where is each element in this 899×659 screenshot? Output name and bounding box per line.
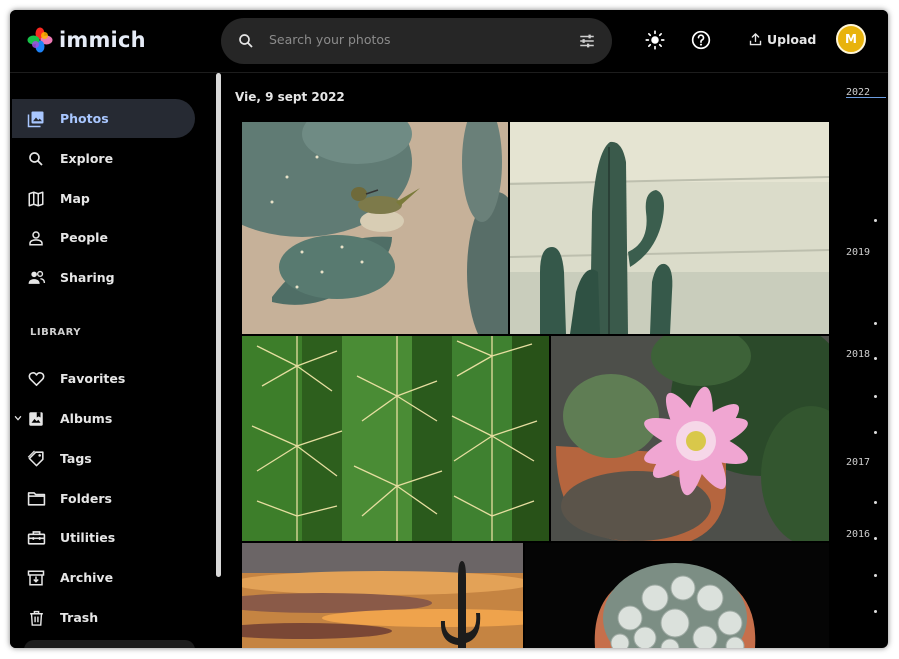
theme-toggle-icon[interactable] (645, 30, 665, 50)
app-window: immich Search your photos Upload M Photo… (10, 10, 888, 648)
search-bar[interactable]: Search your photos (221, 18, 612, 64)
timeline-dot[interactable] (874, 610, 877, 613)
timeline-dot[interactable] (874, 501, 877, 504)
people-icon (26, 268, 46, 288)
sidebar-item-map[interactable]: Map (12, 179, 195, 218)
timeline-dot[interactable] (874, 322, 877, 325)
sidebar-item-utilities[interactable]: Utilities (12, 518, 195, 557)
help-icon[interactable] (691, 30, 711, 50)
sidebar-item-label: People (60, 230, 108, 245)
map-icon (26, 189, 46, 209)
sidebar-item-photos[interactable]: Photos (12, 99, 195, 138)
sidebar-item-sharing[interactable]: Sharing (12, 258, 195, 297)
search-icon (239, 34, 253, 48)
sidebar-item-label: Map (60, 191, 90, 206)
toolbox-icon (26, 528, 46, 548)
timeline-dot[interactable] (874, 431, 877, 434)
sidebar-item-label: Archive (60, 570, 114, 585)
search-options-icon[interactable] (578, 32, 596, 50)
upload-button[interactable]: Upload (748, 32, 816, 47)
date-group-title: Vie, 9 sept 2022 (235, 90, 345, 104)
photo-thumbnail[interactable] (242, 543, 523, 648)
sidebar-item-archive[interactable]: Archive (12, 558, 195, 597)
immich-logo[interactable]: immich (27, 27, 146, 53)
storage-card[interactable] (24, 640, 195, 648)
timeline-year[interactable]: 2019 (846, 247, 870, 258)
user-avatar[interactable]: M (836, 24, 866, 54)
timeline-dot[interactable] (874, 574, 877, 577)
timeline-year[interactable]: 2017 (846, 457, 870, 468)
top-bar: immich Search your photos Upload M (10, 10, 888, 73)
sidebar-item-tags[interactable]: Tags (12, 439, 195, 478)
sidebar-item-label: Tags (60, 451, 92, 466)
trash-icon (26, 608, 46, 628)
timeline-dot[interactable] (874, 219, 877, 222)
photo-thumbnail[interactable] (525, 543, 829, 648)
app-name: immich (59, 28, 146, 52)
timeline-dot[interactable] (874, 357, 877, 360)
photo-thumbnail[interactable] (510, 122, 829, 334)
person-icon (26, 228, 46, 248)
folder-icon (26, 489, 46, 509)
sidebar-item-label: Photos (60, 111, 109, 126)
upload-label: Upload (767, 32, 817, 47)
album-icon (26, 409, 46, 429)
tag-icon (26, 449, 46, 469)
sidebar-item-label: Explore (60, 151, 114, 166)
photo-thumbnail[interactable] (242, 336, 549, 541)
timeline-dot[interactable] (874, 395, 877, 398)
sidebar-item-label: Sharing (60, 270, 115, 285)
sidebar-item-explore[interactable]: Explore (12, 139, 195, 178)
timeline-year[interactable]: 2016 (846, 529, 870, 540)
sidebar-item-favorites[interactable]: Favorites (12, 359, 195, 398)
sidebar-item-label: Utilities (60, 530, 116, 545)
sidebar-item-label: Albums (60, 411, 113, 426)
sidebar-item-folders[interactable]: Folders (12, 479, 195, 518)
library-section-label: LIBRARY (30, 327, 82, 338)
sidebar-item-people[interactable]: People (12, 218, 195, 257)
sidebar-item-trash[interactable]: Trash (12, 598, 195, 637)
heart-icon (26, 369, 46, 389)
search-input[interactable]: Search your photos (269, 32, 391, 47)
photos-icon (26, 109, 46, 129)
sidebar-item-albums[interactable]: Albums (12, 399, 195, 438)
sidebar-item-label: Favorites (60, 371, 126, 386)
timeline-year[interactable]: 2018 (846, 349, 870, 360)
sidebar-scrollbar[interactable] (216, 73, 221, 577)
immich-logo-icon (27, 27, 53, 53)
timeline-dot[interactable] (874, 537, 877, 540)
photo-thumbnail[interactable] (551, 336, 829, 541)
search-icon (26, 149, 46, 169)
sidebar: Photos Explore Map People Sharing LIBRAR… (10, 73, 216, 648)
timeline-year[interactable]: 2022 (846, 87, 870, 98)
sidebar-item-label: Trash (60, 610, 99, 625)
sidebar-item-label: Folders (60, 491, 112, 506)
archive-icon (26, 568, 46, 588)
upload-icon (749, 33, 762, 46)
photo-thumbnail[interactable] (242, 122, 508, 334)
